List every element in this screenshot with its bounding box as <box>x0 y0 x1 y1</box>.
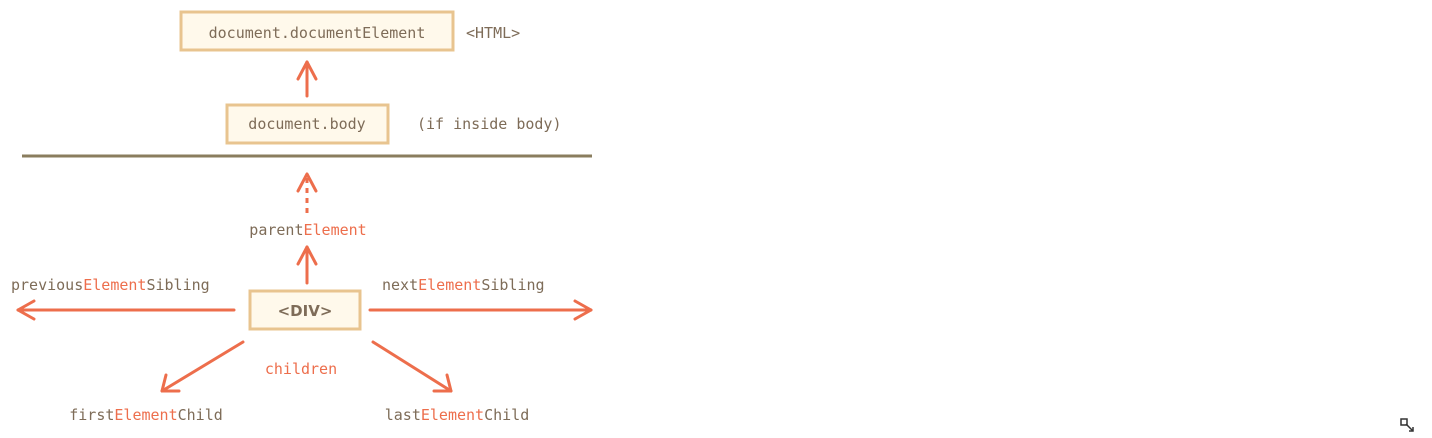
document-element-node: document.documentElement <box>179 10 455 52</box>
children-label: children <box>265 360 337 378</box>
html-tag-label: <HTML> <box>466 24 520 42</box>
arrow-first-child <box>160 340 245 393</box>
parent-element-label: parentElement <box>249 221 366 239</box>
arrow-next-sibling <box>368 299 593 321</box>
document-body-label: document.body <box>248 115 365 133</box>
body-note-label: (if inside body) <box>417 115 562 133</box>
previous-element-sibling-label: previousElementSibling <box>11 276 210 294</box>
arrow-previous-sibling <box>16 299 236 321</box>
dom-navigation-diagram: document.documentElement <HTML> document… <box>11 10 593 424</box>
dashed-arrow-up <box>296 172 318 213</box>
arrow-last-child <box>371 340 453 393</box>
next-element-sibling-label: nextElementSibling <box>382 276 545 294</box>
arrow-div-to-parent <box>296 245 318 285</box>
document-element-label: document.documentElement <box>209 24 426 42</box>
resize-handle-icon[interactable] <box>1400 418 1416 434</box>
last-element-child-label: lastElementChild <box>385 406 530 424</box>
arrow-body-to-document-element <box>296 60 318 98</box>
document-body-node: document.body <box>225 103 390 145</box>
first-element-child-label: firstElementChild <box>69 406 223 424</box>
div-label: <DIV> <box>278 302 333 320</box>
div-node: <DIV> <box>248 289 362 331</box>
